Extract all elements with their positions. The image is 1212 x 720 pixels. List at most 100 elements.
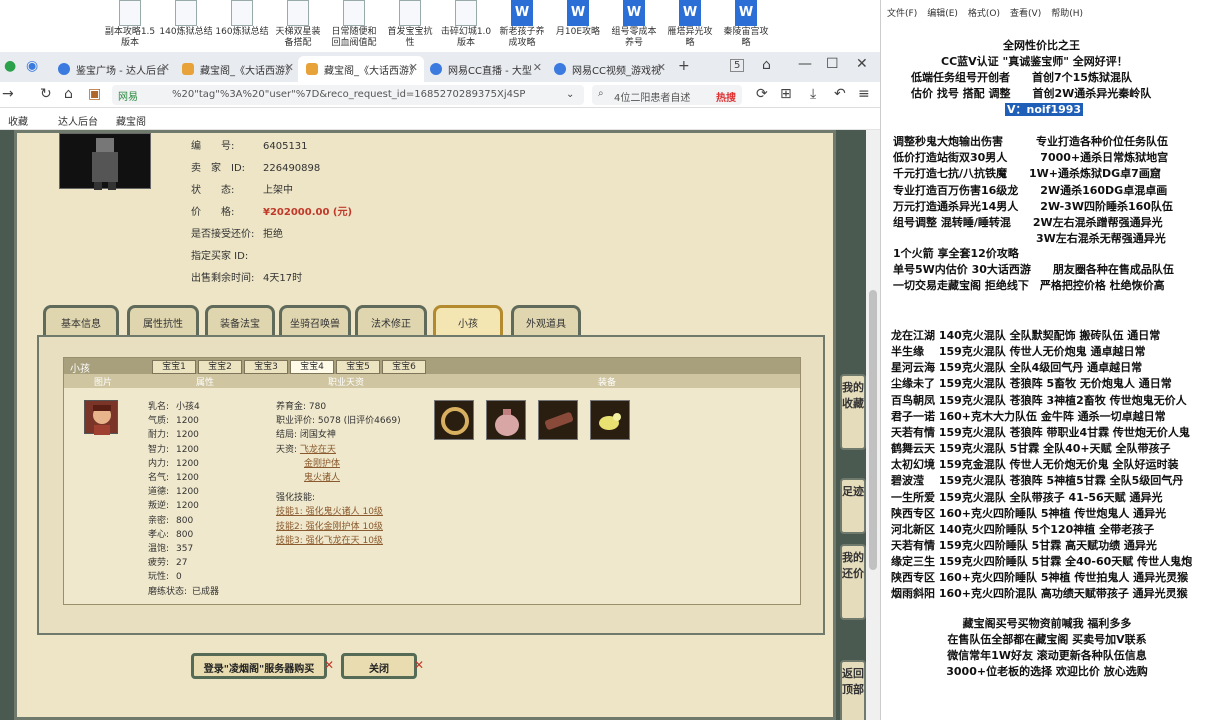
panel-tab[interactable]: 小孩	[433, 305, 503, 335]
info-row: 是否接受还价: 拒绝	[191, 225, 283, 240]
panel-tab-label: 装备法宝	[220, 319, 260, 330]
back-icon[interactable]: →	[2, 86, 14, 102]
buy-button[interactable]: 登录"凌烟阁"服务器购买 ✕	[191, 653, 334, 679]
close-window-button[interactable]: ✕	[856, 56, 868, 72]
panel-tab[interactable]: 基本信息	[43, 305, 119, 335]
close-button[interactable]: 关闭 ✕	[341, 653, 424, 679]
desktop-icon[interactable]: W 月10E攻略	[550, 0, 606, 38]
buy-close-icon: ✕	[323, 658, 334, 672]
bracelet-icon[interactable]	[434, 400, 474, 440]
tab-close-icon[interactable]: ✕	[409, 61, 418, 74]
skill-3[interactable]: 技能3: 强化飞龙在天 10级	[276, 534, 401, 548]
desktop-icon[interactable]: 140炼狱总结	[158, 0, 214, 38]
pouch-icon[interactable]	[486, 400, 526, 440]
tab-close-icon[interactable]: ✕	[161, 61, 170, 74]
desktop-icon[interactable]: 击碎幻城1.0 版本	[438, 0, 494, 49]
notepad-menu-item[interactable]: 编辑(E)	[927, 9, 958, 19]
baby-tab[interactable]: 宝宝5	[336, 360, 380, 374]
dropdown-icon[interactable]: ⌄	[566, 89, 574, 100]
bookmark-favorites[interactable]: 收藏	[8, 113, 28, 128]
maximize-button[interactable]: ☐	[826, 56, 839, 72]
tab-title: 网易CC视频_游戏视	[572, 66, 661, 77]
notepad-menu-item[interactable]: 帮助(H)	[1051, 9, 1083, 19]
panel-tab[interactable]: 坐骑召唤兽	[279, 305, 351, 335]
attribute-row: 智力: 1200	[148, 443, 219, 457]
info-row: 编 号: 6405131	[191, 137, 308, 152]
panel-tab[interactable]: 法术修正	[355, 305, 427, 335]
panel-tab[interactable]: 外观道具	[511, 305, 581, 335]
scrollbar-thumb[interactable]	[869, 290, 877, 570]
baby-tab[interactable]: 宝宝2	[198, 360, 242, 374]
pin-icon[interactable]: ⌂	[762, 57, 771, 73]
desktop-icon[interactable]: 日常随便和 回血阀值配	[326, 0, 382, 49]
browser-tab[interactable]: 藏宝阁_《大话西游》 ✕	[174, 56, 300, 82]
panel-tab[interactable]: 装备法宝	[205, 305, 275, 335]
desktop-icon[interactable]: 首发宝宝抗 性	[382, 0, 438, 49]
desktop-icon[interactable]: W 秦陵宙宫攻 略	[718, 0, 774, 49]
home-icon[interactable]: ⌂	[64, 86, 73, 102]
baby-tab[interactable]: 宝宝1	[152, 360, 196, 374]
desktop-icon[interactable]: W 组号零成本 养号	[606, 0, 662, 49]
browser-tab[interactable]: 网易CC直播 - 大型 ✕	[422, 56, 548, 82]
notepad-menu-item[interactable]: 文件(F)	[887, 9, 917, 19]
menu-icon[interactable]: ≡	[858, 86, 870, 102]
skill-1[interactable]: 技能1: 强化鬼火诸人 10级	[276, 505, 401, 519]
download-icon[interactable]: ⤓	[810, 86, 816, 102]
desktop-icon-label: 秦陵宙宫攻 略	[723, 27, 769, 48]
side-button[interactable]: 返回顶部	[840, 660, 866, 720]
word-doc-icon: W	[567, 0, 589, 26]
browser-tab[interactable]: 网易CC视频_游戏视 ✕	[546, 56, 672, 82]
side-button[interactable]: 足迹	[840, 478, 866, 534]
search-input[interactable]: ⌕ 4位二阳患者自述 热搜	[592, 85, 742, 105]
desktop-icon[interactable]: 160炼狱总结	[214, 0, 270, 38]
page-scrollbar[interactable]	[866, 130, 880, 720]
tab-close-icon[interactable]: ✕	[657, 61, 666, 74]
new-tab-button[interactable]: +	[678, 58, 690, 74]
desktop-icon[interactable]: 副本攻略1.5 版本	[102, 0, 158, 49]
browser-logo-icon: ●	[4, 58, 17, 74]
hot-search-badge[interactable]: 热搜	[716, 89, 736, 104]
talent-2[interactable]: 金刚护体	[304, 459, 340, 469]
side-button[interactable]: 我的还价	[840, 544, 866, 620]
desktop-icon[interactable]: W 雁塔异光攻 略	[662, 0, 718, 49]
pinned-tab-icon[interactable]: ◉	[26, 58, 38, 74]
gem-icon[interactable]	[590, 400, 630, 440]
scroll-icon[interactable]	[538, 400, 578, 440]
notepad-menu-item[interactable]: 查看(V)	[1010, 9, 1041, 19]
reload-icon[interactable]: ↻	[40, 86, 52, 102]
panel-tab-label: 基本信息	[61, 319, 101, 330]
desktop-icon[interactable]: W 新老孩子养 成攻略	[494, 0, 550, 49]
tab-close-icon[interactable]: ✕	[285, 61, 294, 74]
attribute-key: 智力:	[148, 444, 170, 455]
talent-3[interactable]: 鬼火诸人	[304, 473, 340, 483]
skill-2[interactable]: 技能2: 强化金刚护体 10级	[276, 520, 401, 534]
panel-tab[interactable]: 属性抗性	[127, 305, 199, 335]
baby-tab[interactable]: 宝宝4	[290, 360, 334, 374]
info-value: 上架中	[263, 185, 293, 196]
side-button[interactable]: 我的收藏	[840, 374, 866, 450]
attribute-key: 玩性:	[148, 572, 170, 583]
tab-counter[interactable]: 5	[730, 59, 745, 72]
info-row: 价 格: ¥202000.00 (元)	[191, 203, 352, 218]
browser-tab[interactable]: 藏宝阁_《大话西游》 ✕	[298, 56, 424, 82]
bookmark-daren[interactable]: 达人后台	[58, 113, 98, 128]
tab-title: 网易CC直播 - 大型	[448, 66, 532, 77]
notepad-menu-item[interactable]: 格式(O)	[968, 9, 1000, 19]
baby-tab[interactable]: 宝宝3	[244, 360, 288, 374]
notepad-line: 一生所爱 159克火混队 全队带孩子 41-56天赋 通异光	[891, 490, 1163, 504]
address-bar[interactable]: 网易 %20"tag"%3A%20"user"%7D&reco_request_…	[112, 85, 584, 105]
tab-close-icon[interactable]: ✕	[533, 61, 542, 74]
notepad-line: 在售队伍全部都在藏宝阁 买卖号加V联系	[947, 633, 1147, 646]
extension-icon[interactable]: ⟳	[756, 86, 768, 102]
undo-icon[interactable]: ↶	[834, 86, 846, 102]
minimize-button[interactable]: —	[798, 56, 812, 72]
baby-tab[interactable]: 宝宝6	[382, 360, 426, 374]
wallet-icon[interactable]: ▣	[88, 86, 101, 102]
apps-icon[interactable]: ⊞	[780, 86, 792, 102]
attribute-value: 1200	[176, 473, 199, 484]
talent-1[interactable]: 飞龙在天	[300, 445, 336, 455]
talent-row-2: 金刚护体	[276, 457, 401, 471]
bookmark-cbg[interactable]: 藏宝阁	[116, 113, 146, 128]
browser-tab[interactable]: 鉴宝广场 - 达人后台 ✕	[50, 56, 176, 82]
desktop-icon[interactable]: 天梯双星装 备搭配	[270, 0, 326, 49]
